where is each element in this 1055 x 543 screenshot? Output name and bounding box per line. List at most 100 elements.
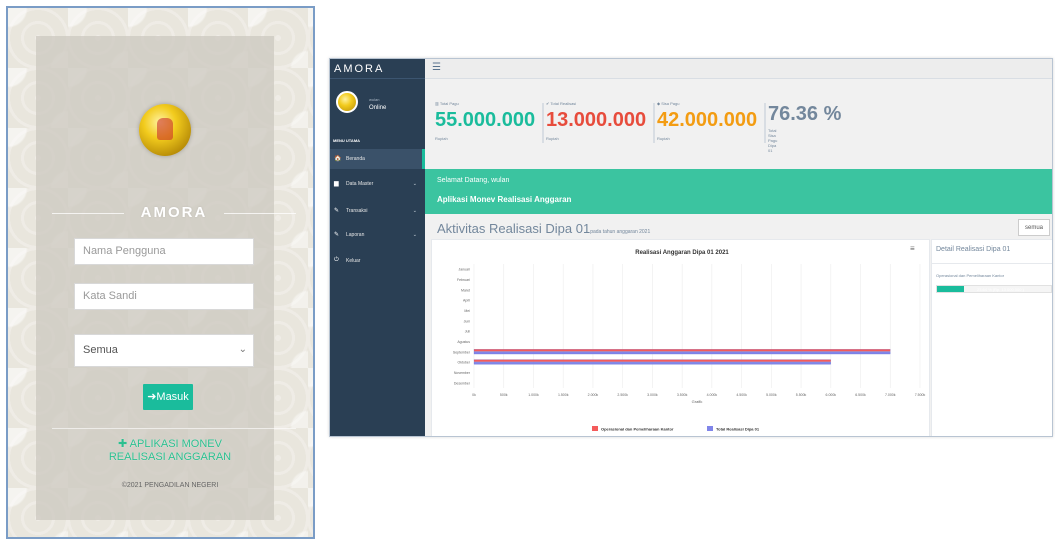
menu-toggle-icon[interactable]: ☰ [432,62,441,73]
app-title: AMORA [140,204,208,221]
stat-divider [764,103,766,143]
role-select[interactable]: Semua ⌄ [74,334,254,367]
x-tick-label: 3.500k [677,393,688,397]
dashboard-window: AMORA wulan Online MENU UTAMA 🏠 Beranda … [329,58,1053,437]
title-divider-left [52,213,124,214]
y-tick-label: Desember [454,381,471,385]
welcome-app-name: Aplikasi Monev Realisasi Anggaran [437,195,572,204]
chart-bar [473,359,831,362]
sidebar-item-label: Laporan [346,232,365,238]
stat-unit: Total Sisa Pagu Dipa 01 [768,128,778,153]
stat-value: 55.000.000 [435,109,536,131]
sidebar-brand[interactable]: AMORA [334,63,384,75]
legend-label: Total Realisasi Dipa 01 [716,427,760,432]
stat-caption: ▥ Total Pagu [435,101,459,106]
sidebar-item-data-master[interactable]: ▆ Data Master ⌄ [330,174,425,194]
chevron-down-icon: ⌄ [412,208,417,214]
legend-label: Operasional dan Pemeliharaan Kantor [601,427,674,432]
activity-title: Aktivitas Realisasi Dipa 01 [437,221,591,236]
menu-heading: MENU UTAMA [333,138,361,143]
edit-icon: ✎ [334,232,340,238]
sidebar-item-keluar[interactable]: ⏻ Keluar [330,251,425,271]
filter-semua-button[interactable]: semua [1018,219,1050,236]
x-tick-label: 0k [472,393,476,397]
x-axis-title: Grafik [692,399,703,404]
detail-item-label: Operasional dan Pemeliharaan Kantor [936,273,1005,278]
court-emblem-logo [139,104,191,156]
x-tick-label: 2.500k [617,393,628,397]
copyright-text: ©2021 PENGADILAN NEGERI [121,482,219,489]
x-tick-label: 7.500k [915,393,926,397]
x-tick-label: 1.500k [558,393,569,397]
sidebar-item-label: Transaksi [346,208,368,214]
sidebar-item-label: Data Master [346,181,374,187]
stat-caption: ✔ Total Realisasi [546,101,577,106]
chart-title: Realisasi Anggaran Dipa 01 2021 [635,250,729,256]
stat-divider [542,103,544,143]
welcome-banner: Selamat Datang, wulan Aplikasi Monev Rea… [425,169,1052,214]
detail-title: Detail Realisasi Dipa 01 [936,246,1011,253]
chart-bar [473,362,831,365]
sidebar-item-transaksi[interactable]: ✎ Transaksi ⌄ [330,201,425,221]
legend-swatch [707,426,713,431]
chevron-down-icon: ⌄ [412,232,417,238]
y-tick-label: Juni [464,319,471,323]
avatar [336,91,358,113]
app-tagline: ✚ APLIKASI MONEV REALISASI ANGGARAN [108,438,232,463]
login-button[interactable]: ➜Masuk [143,384,193,410]
x-tick-label: 1.000k [528,393,539,397]
password-input[interactable]: Kata Sandi [74,283,254,310]
username-input[interactable]: Nama Pengguna [74,238,254,265]
home-icon: 🏠 [334,156,342,162]
y-tick-label: November [454,371,471,375]
login-screen: AMORA Nama Pengguna Kata Sandi Semua ⌄ ➜… [6,6,315,539]
x-tick-label: 500k [500,393,508,397]
sidebar-item-label: Keluar [346,258,361,264]
detail-percent-text: 23.64 % (Rp. 13.000.000 ) [977,287,1024,292]
user-status: Online [369,105,387,111]
detail-progress-fill [937,286,964,292]
chart-bar [473,351,891,355]
user-name: wulan [369,97,380,102]
file-icon: ▆ [334,181,339,187]
y-tick-label: Oktober [458,361,471,365]
activity-heading: Aktivitas Realisasi Dipa 01pada tahun an… [437,221,650,236]
welcome-greeting: Selamat Datang, wulan [437,177,510,184]
x-tick-label: 2.000k [588,393,599,397]
x-tick-label: 4.000k [707,393,718,397]
power-icon: ⏻ [334,257,339,263]
y-tick-label: Januari [459,268,471,272]
chart-menu-icon[interactable]: ≡ [910,244,915,253]
chevron-down-icon: ⌄ [238,344,247,355]
detail-panel: Detail Realisasi Dipa 01 Operasional dan… [931,239,1052,436]
stat-value: 42.000.000 [657,109,758,131]
x-tick-label: 7.000k [885,393,896,397]
activity-subtitle: pada tahun anggaran 2021 [590,229,651,235]
edit-icon: ✎ [334,208,340,214]
sidebar-divider [330,78,425,79]
x-tick-label: 4.500k [736,393,747,397]
x-tick-label: 3.000k [647,393,658,397]
realisasi-chart: Realisasi Anggaran Dipa 01 2021 0k 500k 1.0… [453,250,926,432]
sidebar-item-laporan[interactable]: ✎ Laporan ⌄ [330,225,425,245]
stat-unit: Rupiah [546,136,559,141]
stat-caption: ◆ Sisa Pagu [657,101,680,106]
stat-divider [653,103,655,143]
stat-value: 13.000.000 [546,109,647,131]
detail-divider [932,263,1052,264]
stats-row: ▥ Total Pagu 55.000.000 Rupiah ✔ Total R… [425,97,1052,157]
sidebar: AMORA wulan Online MENU UTAMA 🏠 Beranda … [330,59,425,436]
role-select-value: Semua [83,344,118,356]
sidebar-item-label: Beranda [346,156,365,162]
chart-panel: Realisasi Anggaran Dipa 01 2021 0k 500k 1.0… [431,239,930,436]
stat-unit: Rupiah [435,136,448,141]
sidebar-item-beranda[interactable]: 🏠 Beranda [330,149,425,169]
login-button-label: Masuk [156,391,189,403]
y-tick-label: Agustus [457,340,470,344]
y-tick-label: Februari [457,278,470,282]
top-navbar: ☰ [425,59,1052,79]
detail-progress-bar: 23.64 % (Rp. 13.000.000 ) [936,285,1052,293]
x-tick-label: 5.000k [766,393,777,397]
footer-divider [52,428,296,429]
y-tick-label: September [453,350,471,354]
